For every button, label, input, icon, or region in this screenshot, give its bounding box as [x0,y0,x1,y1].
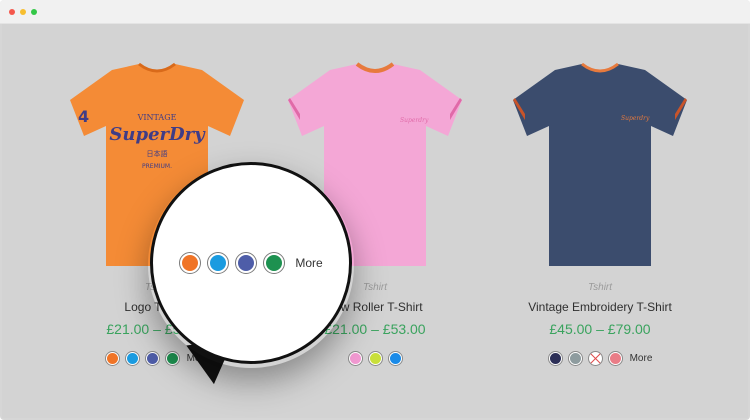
product-title[interactable]: Vintage Embroidery T-Shirt [485,300,715,314]
swatch-pink[interactable] [347,351,363,366]
tshirt-shape [513,64,687,266]
product-price: £45.00 – £79.00 [549,321,651,337]
svg-text:4: 4 [78,107,89,126]
maximize-window-button[interactable] [31,9,37,15]
browser-window: VINTAGE SuperDry 日本語 PREMIUM. 4 Tshirt L… [0,0,750,420]
zoom-more-colors-link[interactable]: More [295,256,322,270]
minimize-window-button[interactable] [20,9,26,15]
swatch-green[interactable] [164,351,180,366]
svg-text:PREMIUM.: PREMIUM. [142,163,172,170]
swatch-navy[interactable] [547,351,563,366]
zoom-swatch-blue[interactable] [207,252,230,274]
svg-text:VINTAGE: VINTAGE [137,113,177,122]
swatch-orange[interactable] [104,351,120,366]
zoom-swatch-indigo[interactable] [235,252,258,274]
svg-text:SuperDry: SuperDry [109,124,206,145]
svg-text:日本語: 日本語 [147,149,168,158]
product-grid: VINTAGE SuperDry 日本語 PREMIUM. 4 Tshirt L… [2,24,748,418]
product-category: Tshirt [587,282,613,293]
svg-text:Superdry: Superdry [400,117,429,124]
swatch-indigo[interactable] [144,351,160,366]
swatch-blue[interactable] [387,351,403,366]
swatch-salmon[interactable] [607,351,623,366]
close-window-button[interactable] [9,9,15,15]
swatch-blue[interactable] [124,351,140,366]
zoom-swatch-orange[interactable] [179,252,202,274]
swatch-unavailable-icon[interactable] [587,351,603,366]
more-colors-link[interactable]: More [630,353,653,364]
swatch-grey[interactable] [567,351,583,366]
swatch-lime[interactable] [367,351,383,366]
product-image[interactable]: Superdry [485,62,715,272]
window-titlebar [0,0,750,24]
zoom-swatch-green[interactable] [263,252,286,274]
svg-text:Superdry: Superdry [621,115,650,122]
product-card-vintage-embroidery-tshirt[interactable]: Superdry Tshirt Vintage Embroidery T-Shi… [485,24,715,418]
color-swatches: More [485,351,715,366]
magnifier-callout: More [150,162,352,364]
